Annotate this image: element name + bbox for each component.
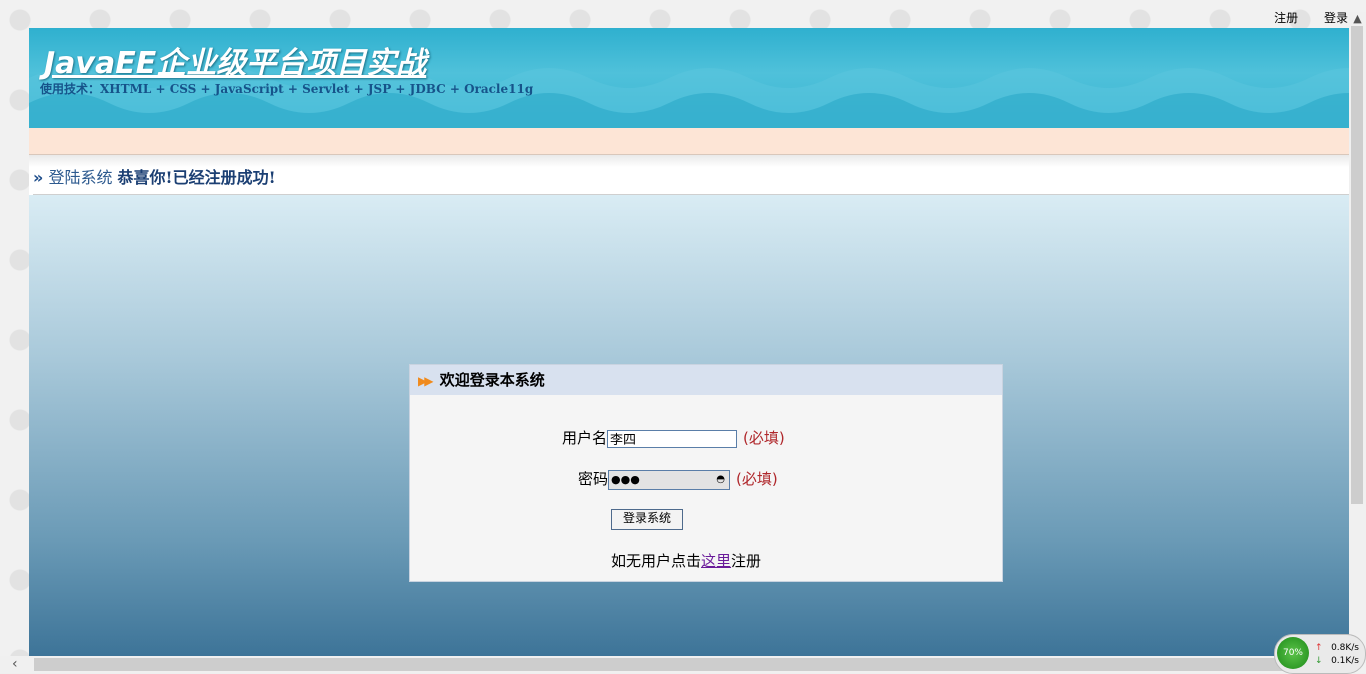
register-hint: 如无用户点击这里注册 xyxy=(611,550,761,571)
register-suffix: 注册 xyxy=(731,552,761,570)
register-here-link[interactable]: 这里 xyxy=(701,552,731,570)
top-links: 注册 登录 xyxy=(1252,9,1348,26)
password-label: 密码 xyxy=(578,468,608,489)
password-input[interactable]: ●●● ◓ xyxy=(608,470,730,490)
login-panel: ▶▶ 欢迎登录本系统 用户名 (必填) 密码●●● ◓ (必填) 登录系统 如无用户点… xyxy=(409,364,1003,582)
breadcrumb-section: 登陆系统 xyxy=(48,168,112,187)
content-area: ▶▶ 欢迎登录本系统 用户名 (必填) 密码●●● ◓ (必填) 登录系统 如无用户点… xyxy=(29,195,1349,656)
divider xyxy=(29,155,1349,167)
nav-bar xyxy=(29,128,1349,155)
network-gauge: 70% xyxy=(1277,637,1309,669)
header-banner: JavaEE企业级平台项目实战 使用技术：XHTML + CSS + JavaS… xyxy=(29,28,1349,128)
network-monitor[interactable]: 70% ↑0.8K/s ↓0.1K/s xyxy=(1274,634,1366,674)
site-title: JavaEE企业级平台项目实战 xyxy=(44,38,426,82)
upload-arrow-icon: ↑ xyxy=(1315,643,1323,653)
password-required: (必填) xyxy=(736,470,778,488)
double-arrow-icon: ▶▶ xyxy=(418,374,430,388)
horizontal-scrollbar[interactable]: ‹ xyxy=(0,656,1349,673)
site-subtitle: 使用技术：XHTML + CSS + JavaScript + Servlet … xyxy=(40,80,533,97)
eye-icon[interactable]: ◓ xyxy=(716,471,725,489)
download-speed: ↓0.1K/s xyxy=(1315,656,1359,666)
breadcrumb: » 登陆系统 恭喜你!已经注册成功! xyxy=(33,168,1349,195)
username-row: 用户名 (必填) xyxy=(562,427,785,448)
login-link[interactable]: 登录 xyxy=(1324,11,1348,25)
scroll-up-icon[interactable]: ▲ xyxy=(1349,12,1366,25)
username-label: 用户名 xyxy=(562,427,607,448)
horizontal-scroll-thumb[interactable] xyxy=(34,658,1334,671)
login-panel-header: ▶▶ 欢迎登录本系统 xyxy=(410,365,1002,395)
login-button[interactable]: 登录系统 xyxy=(611,509,683,530)
breadcrumb-arrow: » xyxy=(33,168,43,187)
register-prefix: 如无用户点击 xyxy=(611,552,701,570)
vertical-scroll-thumb[interactable] xyxy=(1351,26,1363,504)
username-input[interactable] xyxy=(607,430,737,448)
success-message: 恭喜你!已经注册成功! xyxy=(118,168,276,187)
download-arrow-icon: ↓ xyxy=(1315,656,1323,666)
password-mask: ●●● xyxy=(611,473,640,486)
username-required: (必填) xyxy=(743,429,785,447)
register-link[interactable]: 注册 xyxy=(1274,11,1298,25)
upload-speed: ↑0.8K/s xyxy=(1315,643,1359,653)
login-panel-title: 欢迎登录本系统 xyxy=(440,371,545,389)
main-frame: JavaEE企业级平台项目实战 使用技术：XHTML + CSS + JavaS… xyxy=(29,28,1349,656)
password-row: 密码●●● ◓ (必填) xyxy=(578,468,778,490)
vertical-scrollbar[interactable]: ▲ ▼ xyxy=(1349,12,1366,656)
scroll-left-icon[interactable]: ‹ xyxy=(12,656,18,672)
